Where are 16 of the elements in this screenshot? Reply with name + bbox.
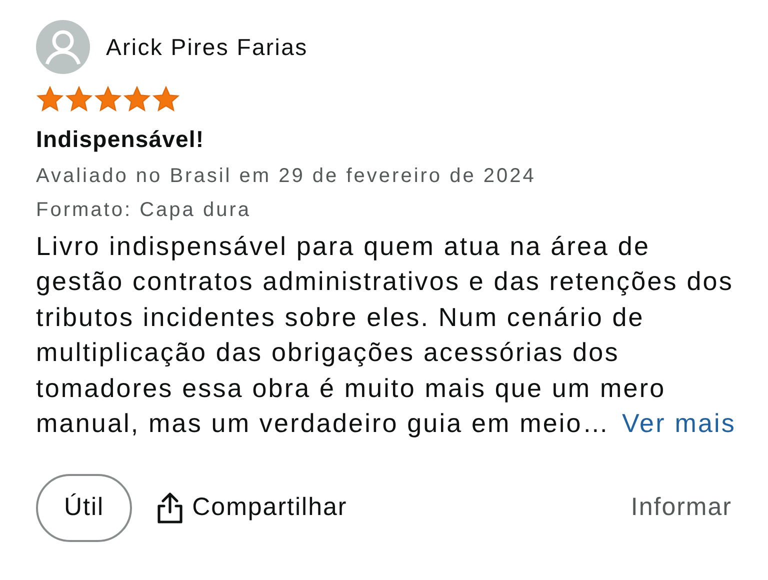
avatar-icon <box>36 20 90 74</box>
report-button[interactable]: Informar <box>630 489 732 527</box>
share-icon <box>156 492 184 524</box>
format-label: Formato: Capa dura <box>36 198 252 222</box>
review-text: Livro indispensável para quem atua na área de gestão contratos administrativos e das retenções dos tributos incidentes sobre eles. Num cenário de multiplicação das obrigações acessórias dos tomadores essa obra é muito mais que um mero manual, mas um verdadeiro guia em meio… Ver mais <box>36 228 736 442</box>
helpful-button[interactable]: Útil <box>36 474 132 542</box>
star-icon <box>123 86 151 112</box>
review-title: Indispensável! <box>36 125 206 154</box>
star-icon <box>36 86 64 112</box>
reviewer-name: Arick Pires Farias <box>106 32 308 62</box>
star-icon <box>65 86 93 112</box>
star-icon <box>94 86 122 112</box>
see-more-link[interactable]: Ver mais <box>622 406 736 442</box>
review-date: Avaliado no Brasil em 29 de fevereiro de 2024 <box>36 164 537 188</box>
share-button[interactable]: Compartilhar <box>156 489 348 527</box>
star-icon <box>152 86 180 112</box>
